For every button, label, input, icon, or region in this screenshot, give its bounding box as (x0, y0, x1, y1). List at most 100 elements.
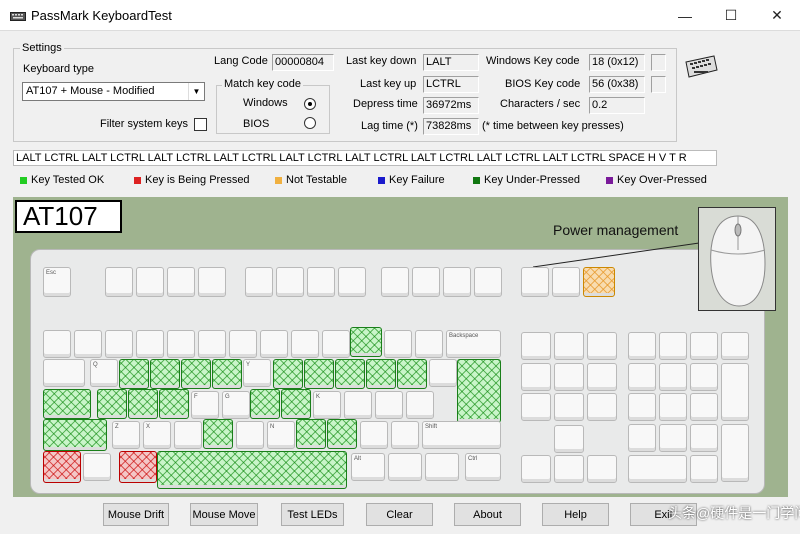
windows-radio[interactable] (304, 98, 316, 110)
key-prtsc (521, 332, 551, 360)
key-d (159, 389, 189, 419)
key-lalt (119, 451, 157, 483)
key-insert (521, 363, 551, 391)
key-comma (327, 419, 357, 449)
clear-button[interactable]: Clear (366, 503, 433, 526)
key-f3 (167, 267, 195, 297)
mouse-icon (698, 207, 776, 311)
key-k: K (313, 391, 341, 419)
key-v (203, 419, 233, 449)
key-q: Q (90, 359, 118, 387)
key-u (273, 359, 303, 389)
last-key-down-label: Last key down (346, 55, 417, 67)
help-button[interactable]: Help (542, 503, 609, 526)
key-quote (406, 391, 434, 419)
chars-per-sec-label: Characters / sec (500, 98, 581, 110)
key-up (554, 425, 584, 453)
last-key-down-field: LALT (423, 54, 479, 71)
chars-per-sec-field: 0.2 (589, 97, 645, 114)
legend-label: Key Tested OK (31, 174, 105, 186)
bios-radio-label: BIOS (243, 118, 270, 130)
key-7 (260, 330, 288, 358)
legend-swatch (134, 176, 141, 184)
about-button[interactable]: About (454, 503, 521, 526)
key-left (521, 455, 551, 483)
key-tab (43, 359, 85, 387)
key-scrolllock (554, 332, 584, 360)
key-end (554, 393, 584, 421)
windows-radio-label: Windows (243, 97, 288, 109)
key-i (304, 359, 334, 389)
key-x: X (143, 421, 171, 449)
key-n: N (267, 421, 295, 449)
power-pointer-line (533, 240, 714, 268)
legend-not-testable: Not Testable (275, 174, 347, 186)
maximize-button[interactable]: ☐ (708, 0, 754, 31)
key-f12 (474, 267, 502, 297)
test-leds-button[interactable]: Test LEDs (281, 503, 344, 526)
title-bar: PassMark KeyboardTest — ☐ ✕ (0, 0, 800, 31)
bios-radio[interactable] (304, 117, 316, 129)
key-f1 (105, 267, 133, 297)
key-down (554, 455, 584, 483)
legend-tested-ok: Key Tested OK (20, 174, 104, 186)
last-key-up-field: LCTRL (423, 76, 479, 93)
key-g: G (222, 391, 250, 419)
key-num3 (690, 424, 718, 452)
key-num9 (690, 363, 718, 391)
legend-under-pressed: Key Under-Pressed (473, 174, 580, 186)
match-key-code-label: Match key code (222, 78, 304, 90)
maximize-icon: ☐ (724, 7, 738, 23)
mouse-drift-button[interactable]: Mouse Drift (103, 503, 169, 526)
key-j (281, 389, 311, 419)
legend-key-failure: Key Failure (378, 174, 445, 186)
key-right (587, 455, 617, 483)
key-numdiv (659, 332, 687, 360)
close-button[interactable]: ✕ (754, 0, 800, 31)
key-e (150, 359, 180, 389)
key-home (554, 363, 584, 391)
key-f: F (191, 391, 219, 419)
key-a (97, 389, 127, 419)
legend-being-pressed: Key is Being Pressed (134, 174, 250, 186)
depress-time-field: 36972ms (423, 97, 479, 114)
minimize-button[interactable]: — (662, 0, 708, 31)
keyboard-icon (684, 50, 718, 80)
key-h (250, 389, 280, 419)
key-pageup (587, 363, 617, 391)
key-pagedown (587, 393, 617, 421)
key-y: Y (243, 359, 271, 387)
key-sleep (552, 267, 580, 297)
keyboard-image: AT107 Power management Esc Backspace Q Y… (13, 197, 788, 497)
key-rbracket (429, 359, 457, 387)
key-num5 (659, 393, 687, 421)
key-numplus (721, 363, 749, 421)
legend-over-pressed: Key Over-Pressed (606, 174, 707, 186)
bios-key-code-field: 56 (0x38) (589, 76, 645, 93)
mouse-move-button[interactable]: Mouse Move (190, 503, 258, 526)
windows-key-code-field: 18 (0x12) (589, 54, 645, 71)
key-semicolon (375, 391, 403, 419)
key-capslock (43, 389, 91, 419)
legend-swatch (378, 176, 385, 184)
key-f8 (338, 267, 366, 297)
key-num7 (628, 363, 656, 391)
chevron-down-icon[interactable]: ▼ (188, 83, 204, 100)
filter-system-keys-label: Filter system keys (100, 118, 189, 130)
key-5 (198, 330, 226, 358)
key-m (296, 419, 326, 449)
key-0 (350, 327, 382, 357)
keyboard-app-icon (10, 10, 26, 22)
filter-system-keys-checkbox[interactable] (194, 118, 207, 131)
key-z: Z (112, 421, 140, 449)
key-lshift (43, 419, 107, 451)
key-enter (457, 359, 501, 423)
key-f2 (136, 267, 164, 297)
key-o (335, 359, 365, 389)
watermark: 头条@硬件是一门学问 (668, 505, 800, 521)
key-6 (229, 330, 257, 358)
keyboard-type-select[interactable]: AT107 + Mouse - Modified (22, 82, 205, 101)
keyboard-type-value: AT107 + Mouse - Modified (26, 85, 155, 97)
legend-label: Key Over-Pressed (617, 174, 707, 186)
key-nummul (690, 332, 718, 360)
